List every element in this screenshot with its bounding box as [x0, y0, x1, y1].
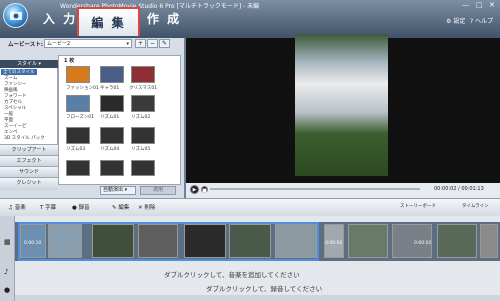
style-dropdown[interactable]: スタイル ▾ — [0, 60, 58, 68]
thumb-label: リズム01 — [100, 115, 120, 120]
style-thumb[interactable] — [131, 95, 155, 112]
clip-duration: 0:00:10 — [24, 241, 42, 246]
record-label: 録音 — [78, 205, 90, 211]
category-effect[interactable]: エフェクト — [0, 155, 58, 166]
edit-label: 編集 — [118, 205, 130, 211]
chevron-down-icon: ▾ — [126, 41, 129, 47]
tab-edit[interactable]: 編 集 — [77, 7, 140, 36]
style-thumb[interactable] — [66, 160, 90, 176]
tab-input[interactable]: 入 力 — [40, 8, 80, 28]
microphone-icon: ● — [72, 205, 77, 211]
category-sound[interactable]: サウンド — [0, 166, 58, 177]
style-thumb[interactable] — [100, 160, 124, 176]
clip-duration: 0:00:02 — [325, 241, 343, 246]
style-header: スタイル — [16, 61, 37, 67]
style-thumb[interactable] — [100, 66, 124, 83]
help-label: ヘルプ — [475, 18, 494, 25]
library-selected: ムービー2 — [47, 41, 71, 47]
thumb-label: ギャラ01 — [100, 86, 120, 91]
close-button[interactable]: ✕ — [489, 1, 495, 9]
edit-button[interactable]: ✎ 編集 — [112, 203, 129, 211]
timeline-toggle[interactable]: タイムライン — [462, 203, 489, 209]
category-clipart[interactable]: クリップアート — [0, 144, 58, 155]
thumb-label: リズム02 — [131, 115, 151, 120]
caption-button[interactable]: T 字幕 — [40, 203, 56, 211]
thumb-label: ファッション01 — [66, 86, 99, 91]
delete-label: 削除 — [144, 205, 156, 211]
style-thumb[interactable] — [131, 160, 155, 176]
timeline-clip[interactable] — [437, 224, 477, 258]
voice-track-icon: ● — [4, 286, 11, 294]
thumb-label: リズム05 — [131, 147, 151, 152]
clip-duration: 0:00:02 — [414, 241, 432, 246]
help-icon: ? — [470, 18, 474, 25]
grid-label: 1 枚 — [64, 58, 75, 64]
photo-track-icon: ▦ — [4, 238, 11, 246]
voice-track-hint[interactable]: ダブルクリックして、録音してください — [206, 283, 322, 293]
clip-selection — [18, 222, 319, 261]
maximize-button[interactable]: □ — [476, 1, 483, 9]
delete-button[interactable]: ✕ 削除 — [138, 203, 155, 211]
settings-link[interactable]: ⚙ 設定 — [446, 16, 465, 25]
app-logo-icon — [3, 3, 28, 28]
library-label: ムービースト: — [8, 42, 43, 48]
music-track-hint[interactable]: ダブルクリックして、音楽を追加してください — [164, 269, 300, 279]
auto-apply-label: 自動演出 — [103, 187, 124, 193]
help-link[interactable]: ? ヘルプ — [470, 16, 493, 25]
thumb-label: クリスマス01 — [129, 86, 158, 91]
music-icon: ♫ — [8, 205, 13, 211]
tab-create[interactable]: 作 成 — [140, 8, 188, 28]
style-thumb[interactable] — [66, 95, 90, 112]
timeline-scrollbar[interactable] — [15, 295, 500, 301]
delete-icon: ✕ — [138, 205, 143, 211]
music-track-icon: ♪ — [4, 268, 9, 276]
library-add-button[interactable]: + — [135, 39, 146, 48]
tree-item[interactable]: 3D スタイル パック — [4, 135, 45, 141]
style-thumb[interactable] — [66, 127, 90, 144]
library-remove-button[interactable]: − — [147, 39, 158, 48]
settings-label: 設定 — [453, 18, 466, 25]
preview-image — [295, 34, 388, 176]
category-credit[interactable]: クレジット — [0, 177, 58, 190]
edit-icon: ✎ — [112, 205, 117, 211]
style-thumb[interactable] — [100, 95, 124, 112]
timecode: 00:00:02 / 00:01:13 — [434, 186, 484, 192]
music-button[interactable]: ♫ 音楽 — [8, 203, 26, 211]
library-edit-button[interactable]: ✎ — [159, 39, 170, 48]
storyboard-toggle[interactable]: ストーリーボード — [400, 203, 436, 209]
style-thumb[interactable] — [66, 66, 90, 83]
play-button[interactable]: ▶ — [190, 185, 199, 194]
apply-button[interactable]: 適用 — [140, 186, 176, 195]
timeline-clip[interactable] — [348, 224, 388, 258]
thumb-label: フローズン01 — [66, 115, 95, 120]
minimize-button[interactable]: — — [462, 1, 469, 9]
auto-apply-dropdown[interactable]: 自動演出 ▾ — [100, 186, 136, 195]
thumb-label: リズム04 — [100, 147, 120, 152]
music-label: 音楽 — [14, 205, 26, 211]
style-thumb[interactable] — [131, 66, 155, 83]
timeline-clip[interactable] — [480, 224, 498, 258]
style-thumb[interactable] — [131, 127, 155, 144]
caption-icon: T — [40, 205, 44, 211]
record-button[interactable]: ● 録音 — [72, 203, 90, 211]
stop-button[interactable]: ■ — [201, 186, 208, 194]
thumb-label: リズム03 — [66, 147, 86, 152]
caption-label: 字幕 — [45, 205, 57, 211]
seek-bar[interactable] — [210, 188, 420, 190]
style-thumb[interactable] — [100, 127, 124, 144]
style-tree: 全てのスタイル ズーム ファンシー 映画風 フォワード カプセル スペシャル 一… — [0, 68, 58, 144]
gear-icon: ⚙ — [446, 18, 452, 25]
library-dropdown[interactable]: ムービー2 ▾ — [44, 39, 132, 48]
